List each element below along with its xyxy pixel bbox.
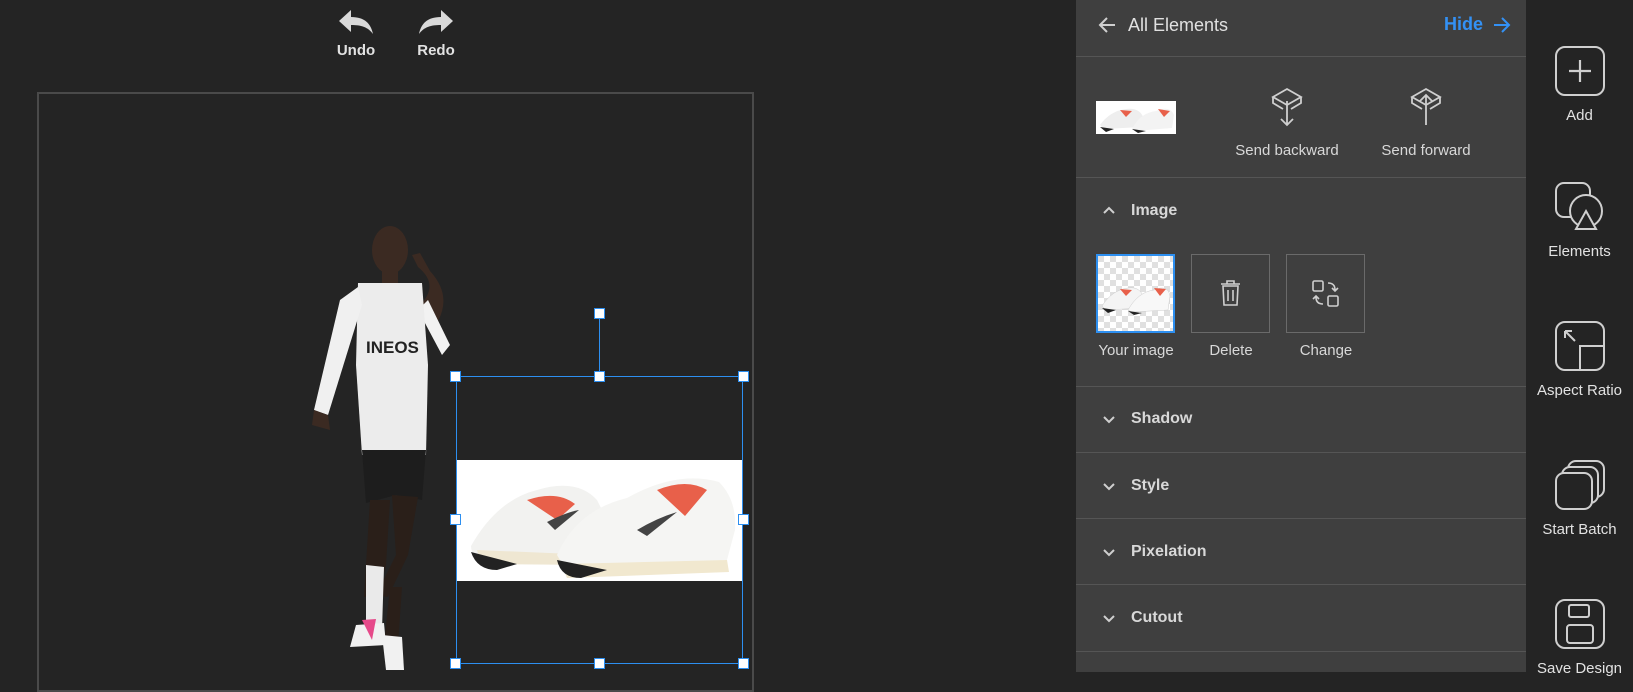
send-forward-button[interactable]: Send forward: [1361, 87, 1491, 159]
chevron-down-icon: [1103, 549, 1115, 557]
section-image-title[interactable]: Image: [1131, 202, 1177, 220]
chevron-down-icon: [1103, 615, 1115, 623]
hide-button[interactable]: Hide: [1444, 14, 1511, 35]
undo-icon: [339, 10, 373, 34]
resize-handle-left[interactable]: [450, 514, 461, 525]
plus-icon: [1554, 46, 1605, 96]
chevron-down-icon: [1103, 416, 1115, 424]
send-backward-label: Send backward: [1235, 142, 1339, 159]
panel-title: All Elements: [1128, 15, 1229, 35]
resize-handle-bottom-right[interactable]: [738, 658, 749, 669]
sidebar-start-batch-label: Start Batch: [1542, 521, 1617, 538]
hide-label: Hide: [1443, 14, 1483, 34]
chevron-down-icon: [1103, 483, 1115, 491]
back-arrow-icon[interactable]: [1098, 16, 1116, 34]
undo-label: Undo: [336, 42, 376, 59]
sidebar-item-elements[interactable]: Elements: [1526, 182, 1633, 260]
sidebar-item-start-batch[interactable]: Start Batch: [1526, 460, 1633, 538]
section-style[interactable]: Style: [1076, 453, 1526, 519]
chevron-up-icon[interactable]: [1102, 205, 1116, 215]
elements-panel: All Elements Hide Send backward Send for…: [1076, 0, 1526, 672]
redo-button[interactable]: Redo: [406, 8, 466, 59]
section-cutout[interactable]: Cutout: [1076, 585, 1526, 652]
send-backward-button[interactable]: Send backward: [1212, 87, 1362, 159]
section-style-title: Style: [1131, 477, 1170, 494]
delete-tile[interactable]: [1191, 254, 1270, 333]
layer-thumbnail[interactable]: [1096, 101, 1176, 134]
change-tile[interactable]: [1286, 254, 1365, 333]
send-backward-icon: [1271, 87, 1303, 127]
section-pixelation[interactable]: Pixelation: [1076, 519, 1526, 585]
main-sidebar: Add Elements Aspect Ratio Start Batch Sa…: [1526, 0, 1633, 677]
aspect-ratio-icon: [1554, 321, 1605, 371]
resize-handle-right[interactable]: [738, 514, 749, 525]
swap-icon: [1312, 280, 1339, 307]
section-shadow-title: Shadow: [1131, 410, 1193, 427]
resize-handle-bottom-left[interactable]: [450, 658, 461, 669]
batch-stack-icon: [1554, 460, 1605, 510]
layer-controls: Send backward Send forward: [1076, 57, 1526, 178]
your-image-label: Your image: [1098, 342, 1174, 359]
selection-box[interactable]: [456, 376, 743, 664]
sidebar-aspect-ratio-label: Aspect Ratio: [1536, 382, 1623, 399]
send-forward-icon: [1410, 87, 1442, 125]
arrow-right-icon: [1494, 16, 1511, 33]
section-shadow[interactable]: Shadow: [1076, 387, 1526, 453]
redo-icon: [419, 10, 453, 34]
redo-label: Redo: [417, 42, 455, 59]
section-pixelation-title: Pixelation: [1131, 543, 1207, 560]
resize-handle-top-left[interactable]: [450, 371, 461, 382]
change-label: Change: [1299, 342, 1353, 359]
sidebar-elements-label: Elements: [1548, 243, 1611, 260]
undo-button[interactable]: Undo: [326, 8, 386, 59]
save-icon: [1554, 599, 1605, 649]
sidebar-save-design-label: Save Design: [1536, 660, 1623, 677]
panel-header: All Elements Hide: [1076, 0, 1526, 57]
trash-icon: [1221, 280, 1240, 306]
delete-label: Delete: [1209, 342, 1253, 359]
your-image-tile[interactable]: [1096, 254, 1175, 333]
rotate-handle[interactable]: [594, 308, 605, 319]
resize-handle-top[interactable]: [594, 371, 605, 382]
shirt-text: INEOS: [366, 338, 419, 357]
resize-handle-bottom[interactable]: [594, 658, 605, 669]
send-forward-label: Send forward: [1381, 142, 1471, 159]
sidebar-item-aspect-ratio[interactable]: Aspect Ratio: [1526, 321, 1633, 399]
sidebar-item-add[interactable]: Add: [1526, 46, 1633, 124]
shapes-icon: [1554, 182, 1605, 232]
sidebar-add-label: Add: [1566, 107, 1593, 124]
section-cutout-title: Cutout: [1131, 609, 1183, 626]
runner-image[interactable]: INEOS: [300, 225, 480, 672]
resize-handle-top-right[interactable]: [738, 371, 749, 382]
sidebar-item-save-design[interactable]: Save Design: [1526, 599, 1633, 677]
rotation-stem: [599, 318, 600, 376]
